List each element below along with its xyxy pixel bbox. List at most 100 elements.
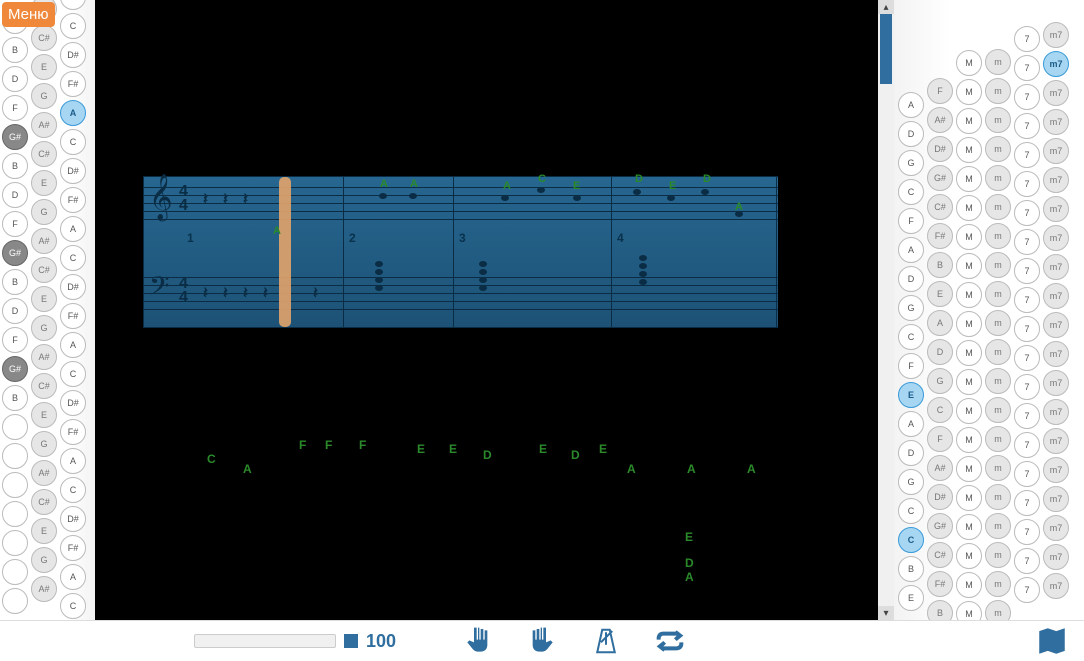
left-kb-button[interactable]: A <box>60 100 86 126</box>
left-kb-button[interactable]: G <box>31 83 57 109</box>
right-kb-button[interactable]: m <box>985 281 1011 307</box>
right-kb-button[interactable]: m7 <box>1043 225 1069 251</box>
right-kb-button[interactable]: D# <box>927 136 953 162</box>
right-kb-button[interactable]: D# <box>927 484 953 510</box>
left-kb-button[interactable]: D# <box>60 506 86 532</box>
left-kb-button[interactable]: E <box>31 54 57 80</box>
tempo-slider[interactable] <box>194 634 336 648</box>
right-kb-button[interactable]: m <box>985 107 1011 133</box>
right-kb-button[interactable]: D <box>898 121 924 147</box>
right-hand-button[interactable] <box>524 623 560 659</box>
right-kb-button[interactable]: m <box>985 339 1011 365</box>
right-kb-button[interactable]: m <box>985 513 1011 539</box>
right-kb-button[interactable]: m7 <box>1043 428 1069 454</box>
left-kb-button[interactable]: G# <box>2 124 28 150</box>
right-kb-button[interactable]: m <box>985 600 1011 620</box>
right-kb-button[interactable]: M <box>956 514 982 540</box>
right-kb-button[interactable]: G <box>898 295 924 321</box>
right-kb-button[interactable]: E <box>927 281 953 307</box>
right-kb-button[interactable]: M <box>956 485 982 511</box>
left-kb-button[interactable] <box>2 501 28 527</box>
right-kb-button[interactable]: A <box>898 411 924 437</box>
right-kb-button[interactable]: G <box>927 368 953 394</box>
left-kb-button[interactable]: B <box>2 385 28 411</box>
right-kb-button[interactable]: M <box>956 456 982 482</box>
left-kb-button[interactable] <box>2 530 28 556</box>
right-kb-button[interactable]: m7 <box>1043 22 1069 48</box>
right-kb-button[interactable]: 7 <box>1014 258 1040 284</box>
right-kb-button[interactable]: B <box>927 600 953 620</box>
left-kb-button[interactable]: B <box>2 269 28 295</box>
metronome-button[interactable] <box>588 623 624 659</box>
right-kb-button[interactable]: m7 <box>1043 573 1069 599</box>
left-kb-button[interactable]: C# <box>31 25 57 51</box>
right-kb-button[interactable]: 7 <box>1014 577 1040 603</box>
right-kb-button[interactable]: C <box>898 498 924 524</box>
left-kb-button[interactable] <box>2 472 28 498</box>
right-kb-button[interactable]: M <box>956 543 982 569</box>
right-kb-button[interactable]: C# <box>927 194 953 220</box>
left-kb-button[interactable]: G# <box>2 356 28 382</box>
right-kb-button[interactable]: A <box>927 310 953 336</box>
right-kb-button[interactable]: A <box>898 92 924 118</box>
left-kb-button[interactable]: F# <box>60 187 86 213</box>
right-kb-button[interactable]: B <box>927 252 953 278</box>
right-kb-button[interactable]: 7 <box>1014 84 1040 110</box>
left-kb-button[interactable]: G <box>31 199 57 225</box>
left-kb-button[interactable]: A <box>60 564 86 590</box>
right-kb-button[interactable]: G <box>898 150 924 176</box>
menu-button[interactable]: Меню <box>2 2 55 27</box>
left-kb-button[interactable]: A# <box>31 344 57 370</box>
right-kb-button[interactable]: F# <box>927 571 953 597</box>
vertical-scrollbar[interactable]: ▴ ▾ <box>878 0 894 620</box>
right-kb-button[interactable]: 7 <box>1014 461 1040 487</box>
left-kb-button[interactable]: E <box>31 518 57 544</box>
right-kb-button[interactable]: m7 <box>1043 196 1069 222</box>
right-kb-button[interactable]: M <box>956 224 982 250</box>
right-kb-button[interactable]: m7 <box>1043 312 1069 338</box>
left-kb-button[interactable]: F# <box>60 535 86 561</box>
left-kb-button[interactable] <box>2 443 28 469</box>
right-kb-button[interactable]: m7 <box>1043 109 1069 135</box>
right-kb-button[interactable]: F <box>898 353 924 379</box>
right-kb-button[interactable]: F <box>898 208 924 234</box>
right-kb-button[interactable]: 7 <box>1014 403 1040 429</box>
right-kb-button[interactable]: M <box>956 311 982 337</box>
right-kb-button[interactable]: F <box>927 426 953 452</box>
left-kb-button[interactable]: A# <box>31 112 57 138</box>
right-kb-button[interactable]: C <box>898 527 924 553</box>
right-kb-button[interactable]: m7 <box>1043 51 1069 77</box>
right-kb-button[interactable]: M <box>956 79 982 105</box>
left-kb-button[interactable]: D <box>2 182 28 208</box>
left-kb-button[interactable]: C# <box>31 141 57 167</box>
right-kb-button[interactable]: m <box>985 542 1011 568</box>
right-kb-button[interactable]: m7 <box>1043 80 1069 106</box>
right-kb-button[interactable]: M <box>956 108 982 134</box>
left-kb-button[interactable]: D# <box>60 274 86 300</box>
right-kb-button[interactable]: m7 <box>1043 167 1069 193</box>
right-kb-button[interactable]: m <box>985 165 1011 191</box>
right-kb-button[interactable]: m7 <box>1043 457 1069 483</box>
left-hand-button[interactable] <box>460 623 496 659</box>
right-kb-button[interactable]: M <box>956 282 982 308</box>
right-kb-button[interactable]: 7 <box>1014 26 1040 52</box>
playhead[interactable] <box>279 177 291 327</box>
right-kb-button[interactable]: m <box>985 223 1011 249</box>
right-kb-button[interactable]: m7 <box>1043 341 1069 367</box>
left-kb-button[interactable]: D# <box>60 390 86 416</box>
right-kb-button[interactable]: m <box>985 310 1011 336</box>
left-kb-button[interactable]: B <box>2 37 28 63</box>
left-kb-button[interactable]: F <box>2 95 28 121</box>
right-kb-button[interactable]: C <box>898 324 924 350</box>
left-kb-button[interactable]: A# <box>31 228 57 254</box>
right-kb-button[interactable]: A <box>898 237 924 263</box>
left-kb-button[interactable]: G# <box>2 240 28 266</box>
right-kb-button[interactable]: m7 <box>1043 544 1069 570</box>
left-kb-button[interactable]: C <box>60 245 86 271</box>
right-kb-button[interactable]: m7 <box>1043 486 1069 512</box>
left-kb-button[interactable] <box>2 588 28 614</box>
left-kb-button[interactable]: F# <box>60 71 86 97</box>
scrollbar-thumb[interactable] <box>880 14 892 84</box>
left-kb-button[interactable]: C <box>60 13 86 39</box>
right-kb-button[interactable]: m <box>985 78 1011 104</box>
